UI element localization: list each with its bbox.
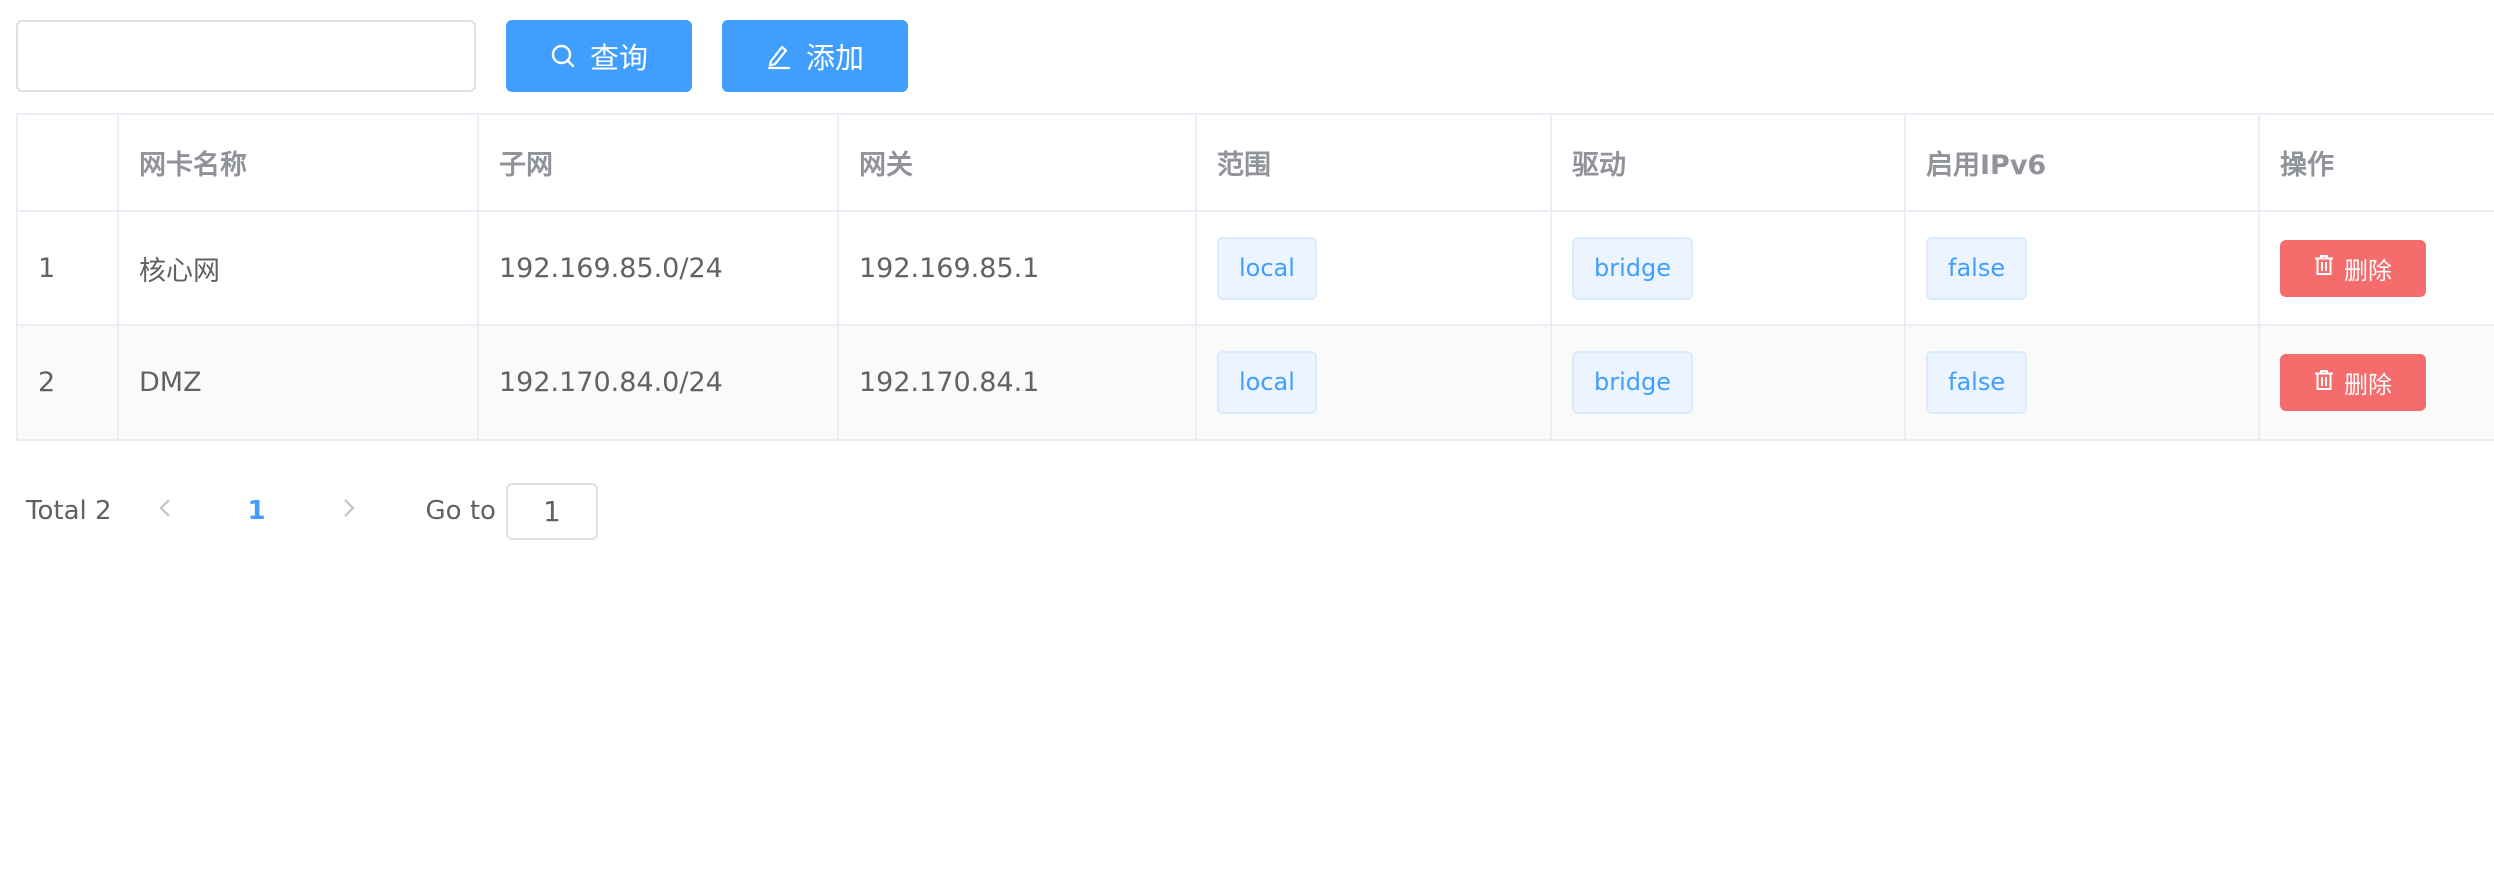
toolbar: 查询 添加 xyxy=(16,20,908,92)
cell-index: 1 xyxy=(18,211,119,326)
trash-icon xyxy=(2314,254,2334,282)
page-number-current[interactable]: 1 xyxy=(222,496,292,526)
cell-driver: bridge xyxy=(1551,211,1906,326)
cell-driver: bridge xyxy=(1551,325,1906,439)
chevron-left-icon xyxy=(158,496,172,526)
column-header-subnet: 子网 xyxy=(478,115,839,212)
driver-tag: bridge xyxy=(1572,236,1694,300)
column-header-actions: 操作 xyxy=(2259,115,2494,212)
trash-icon xyxy=(2314,369,2334,397)
network-table: 网卡名称 子网 网关 范围 驱动 启用IPv6 操作 1 核心网 192.169… xyxy=(16,113,2494,441)
chevron-right-icon xyxy=(342,496,356,526)
add-button-label: 添加 xyxy=(805,41,864,75)
delete-button-label: 删除 xyxy=(2344,256,2392,285)
cell-gateway: 192.169.85.1 xyxy=(838,211,1197,326)
column-header-gateway: 网关 xyxy=(838,115,1197,212)
goto-label: Go to xyxy=(425,496,496,526)
scope-tag: local xyxy=(1217,236,1317,300)
table-row: 1 核心网 192.169.85.0/24 192.169.85.1 local… xyxy=(18,211,2494,326)
cell-subnet: 192.169.85.0/24 xyxy=(478,211,839,326)
column-header-name: 网卡名称 xyxy=(118,115,479,212)
cell-ipv6: false xyxy=(1905,325,2260,439)
search-input[interactable] xyxy=(16,20,476,92)
cell-actions: 删除 xyxy=(2259,325,2494,439)
delete-button-label: 删除 xyxy=(2344,371,2392,399)
table-row: 2 DMZ 192.170.84.0/24 192.170.84.1 local… xyxy=(18,325,2494,439)
search-icon xyxy=(550,43,576,69)
scope-tag: local xyxy=(1217,351,1317,414)
column-header-index xyxy=(18,115,119,212)
delete-button[interactable]: 删除 xyxy=(2280,239,2426,297)
ipv6-tag: false xyxy=(1926,236,2028,300)
search-button[interactable]: 查询 xyxy=(506,20,692,92)
cell-name: 核心网 xyxy=(118,211,479,326)
cell-name: DMZ xyxy=(118,325,479,439)
edit-pen-icon xyxy=(766,42,792,70)
next-page-button[interactable] xyxy=(332,486,366,536)
cell-gateway: 192.170.84.1 xyxy=(838,325,1197,439)
driver-tag: bridge xyxy=(1572,351,1694,414)
search-button-label: 查询 xyxy=(589,41,648,75)
table-header-row: 网卡名称 子网 网关 范围 驱动 启用IPv6 操作 xyxy=(18,115,2494,212)
delete-button[interactable]: 删除 xyxy=(2280,354,2426,411)
pagination: Total 2 1 Go to xyxy=(26,482,598,540)
cell-ipv6: false xyxy=(1905,211,2260,326)
column-header-driver: 驱动 xyxy=(1551,115,1906,212)
cell-scope: local xyxy=(1196,211,1552,326)
pagination-total: Total 2 xyxy=(26,496,112,526)
goto-page-input[interactable] xyxy=(505,482,598,540)
column-header-scope: 范围 xyxy=(1196,115,1552,212)
add-button[interactable]: 添加 xyxy=(722,20,908,92)
cell-actions: 删除 xyxy=(2259,211,2494,326)
cell-subnet: 192.170.84.0/24 xyxy=(478,325,839,439)
column-header-ipv6: 启用IPv6 xyxy=(1905,115,2260,212)
cell-scope: local xyxy=(1196,325,1552,439)
prev-page-button[interactable] xyxy=(148,486,182,536)
cell-index: 2 xyxy=(18,325,119,439)
ipv6-tag: false xyxy=(1926,351,2028,414)
